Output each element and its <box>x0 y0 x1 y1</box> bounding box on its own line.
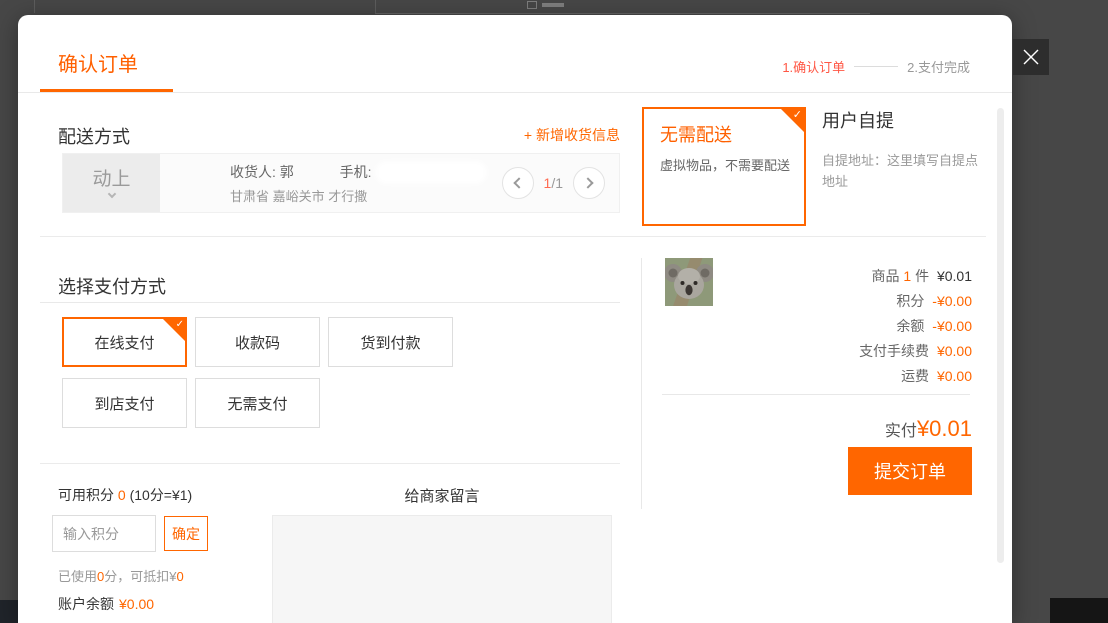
row-label: 运费 <box>901 368 929 384</box>
payment-heading-divider <box>40 302 620 303</box>
modal-scrollbar[interactable] <box>997 108 1004 563</box>
check-icon: ✓ <box>176 318 184 331</box>
close-button[interactable] <box>1013 39 1049 75</box>
address-pager: 1/1 <box>502 167 605 199</box>
available-points-line: 可用积分 0 (10分=¥1) <box>58 485 192 505</box>
bg-page-divider <box>375 0 376 14</box>
address-tag-box: 动上 <box>63 154 160 212</box>
product-image <box>665 258 713 306</box>
column-divider <box>641 258 642 509</box>
close-icon <box>1022 48 1040 66</box>
summary-row-shipping: 运费 ¥0.00 <box>859 364 972 389</box>
row-label: 支付手续费 <box>859 343 929 359</box>
option-desc: 自提地址：这里填写自提点地址 <box>822 150 978 192</box>
add-address-link[interactable]: + 新增收货信息 <box>58 125 620 145</box>
points-value: 0 <box>118 487 126 503</box>
account-balance-line: 账户余额 ¥0.00 <box>58 594 154 614</box>
payment-online-button[interactable]: 在线支付 ✓ <box>62 317 187 367</box>
row-value: ¥0.00 <box>937 343 972 359</box>
phone-number-redacted <box>379 165 483 180</box>
chevron-right-icon <box>582 177 593 188</box>
bg-page-divider <box>34 0 35 13</box>
bg-page-rule <box>375 13 870 14</box>
section-divider <box>40 236 986 237</box>
deduct-amount: 0 <box>176 569 183 584</box>
goods-unit: 件 <box>915 268 929 284</box>
header-divider <box>18 92 1012 93</box>
check-icon: ✓ <box>793 109 802 122</box>
payment-method-heading: 选择支付方式 <box>58 273 166 299</box>
address-region: 甘肃省 嘉峪关市 才行撒 <box>230 186 502 205</box>
row-value: -¥0.00 <box>932 293 972 309</box>
row-value: -¥0.00 <box>932 318 972 334</box>
goods-label: 商品 <box>871 268 899 284</box>
merchant-message-label: 给商家留言 <box>272 485 612 506</box>
goods-count: 1 <box>903 268 911 284</box>
points-input[interactable] <box>52 515 156 552</box>
points-confirm-button[interactable]: 确定 <box>164 516 208 551</box>
step-payment-complete: 2.支付完成 <box>907 57 970 76</box>
summary-goods-row: 商品 1 件 ¥0.01 <box>859 264 972 289</box>
payment-label: 货到付款 <box>360 332 420 353</box>
submit-order-button[interactable]: 提交订单 <box>848 447 972 495</box>
summary-row-fee: 支付手续费 ¥0.00 <box>859 339 972 364</box>
prev-address-button[interactable] <box>502 167 534 199</box>
option-desc: 虚拟物品，不需要配送 <box>660 155 790 174</box>
delivery-option-no-shipping[interactable]: 无需配送 虚拟物品，不需要配送 ✓ <box>642 107 806 226</box>
total-divider <box>662 394 970 395</box>
points-rate: (10分=¥1) <box>130 487 193 503</box>
payment-cod-button[interactable]: 货到付款 <box>328 317 453 367</box>
phone-label: 手机: <box>340 164 372 180</box>
option-title: 用户自提 <box>822 107 992 133</box>
total-pages: /1 <box>551 175 563 191</box>
bg-page-text-remnant <box>542 3 564 7</box>
delivery-option-self-pickup[interactable]: 用户自提 自提地址：这里填写自提点地址 <box>822 107 992 226</box>
total-value: ¥0.01 <box>917 416 972 442</box>
row-label: 积分 <box>896 293 924 309</box>
address-page-indicator: 1/1 <box>544 175 563 191</box>
merchant-message-textarea[interactable] <box>272 515 612 623</box>
step-confirm-order: 1.确认订单 <box>782 57 845 76</box>
points-used-line: 已使用0分，可抵扣¥0 <box>58 566 184 585</box>
row-label: 余额 <box>896 318 924 334</box>
total-payable-line: 实付 ¥0.01 <box>885 416 972 442</box>
payment-qrcode-button[interactable]: 收款码 <box>195 317 320 367</box>
row-value: ¥0.00 <box>937 368 972 384</box>
bg-page-icon <box>527 1 537 9</box>
payment-label: 收款码 <box>235 332 280 353</box>
checkout-steps: 1.确认订单 2.支付完成 <box>782 57 970 76</box>
payment-label: 到店支付 <box>94 393 154 414</box>
next-address-button[interactable] <box>573 167 605 199</box>
chevron-left-icon <box>513 177 524 188</box>
consignee-name: 收货人: 郭 <box>230 164 294 180</box>
goods-price: ¥0.01 <box>937 268 972 284</box>
total-label: 实付 <box>885 417 917 441</box>
balance-value: ¥0.00 <box>119 596 154 612</box>
used-prefix: 已使用 <box>58 569 97 584</box>
order-summary: 商品 1 件 ¥0.01 积分 -¥0.00 余额 -¥0.00 支付手续费 ¥… <box>859 264 972 389</box>
payment-label: 在线支付 <box>94 332 154 353</box>
payment-label: 无需支付 <box>227 393 287 414</box>
address-info: 收货人: 郭 手机: 甘肃省 嘉峪关市 才行撒 <box>160 162 502 205</box>
koala-product-thumbnail <box>665 258 713 306</box>
option-title: 无需配送 <box>660 121 732 147</box>
step-connector <box>854 66 898 67</box>
payment-none-button[interactable]: 无需支付 <box>195 378 320 428</box>
address-card[interactable]: 动上 收货人: 郭 手机: 甘肃省 嘉峪关市 才行撒 1/1 <box>62 153 620 213</box>
summary-row-points: 积分 -¥0.00 <box>859 289 972 314</box>
summary-row-balance: 余额 -¥0.00 <box>859 314 972 339</box>
balance-label: 账户余额 <box>58 596 114 612</box>
page-title: 确认订单 <box>58 48 138 77</box>
bg-footer-left <box>0 600 18 623</box>
bg-footer-right <box>1050 598 1108 623</box>
points-section-divider <box>40 463 620 464</box>
used-mid: 分，可抵扣¥ <box>104 569 176 584</box>
payment-instore-button[interactable]: 到店支付 <box>62 378 187 428</box>
address-tag-label: 动上 <box>92 170 130 190</box>
payment-methods: 在线支付 ✓ 收款码 货到付款 到店支付 无需支付 <box>62 317 482 428</box>
confirm-order-modal: 确认订单 1.确认订单 2.支付完成 配送方式 + 新增收货信息 动上 收货人:… <box>18 15 1012 623</box>
address-consignee-line: 收货人: 郭 手机: <box>230 162 502 182</box>
points-label: 可用积分 <box>58 487 114 503</box>
chevron-down-icon <box>107 189 115 197</box>
